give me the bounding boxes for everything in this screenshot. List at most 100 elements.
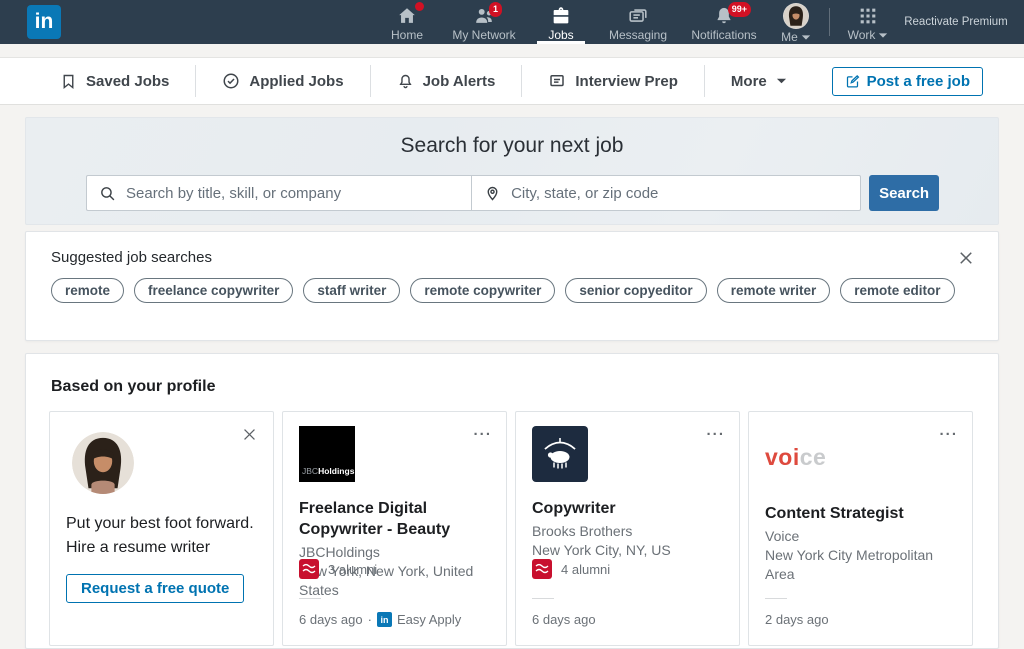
- posted-date: 6 days ago: [532, 612, 596, 627]
- chevron-down-icon: [801, 34, 811, 41]
- job-card-content-strategist[interactable]: ... voice Content Strategist Voice New Y…: [748, 411, 973, 646]
- job-location: New York City Metropolitan Area: [765, 546, 956, 584]
- job-company: Brooks Brothers: [532, 522, 723, 541]
- overflow-menu-icon[interactable]: ...: [706, 426, 725, 436]
- alumni-count: 4 alumni: [561, 562, 610, 577]
- location-search-input[interactable]: [501, 185, 860, 202]
- pencil-square-icon: [845, 74, 860, 89]
- subnav-label: More: [731, 73, 767, 90]
- based-on-profile-card: Based on your profile Put your best foot…: [25, 353, 999, 649]
- divider: [299, 598, 321, 599]
- messaging-icon: [627, 5, 649, 27]
- subnav-label: Applied Jobs: [249, 73, 343, 90]
- overflow-menu-icon[interactable]: ...: [473, 426, 492, 436]
- suggested-searches-card: Suggested job searches remote freelance …: [25, 231, 999, 341]
- job-title[interactable]: Freelance Digital Copywriter - Beauty: [299, 498, 490, 540]
- jbcholdings-logo: JBCHoldings: [299, 426, 355, 482]
- nav-divider: [829, 8, 830, 36]
- nav-me[interactable]: Me: [767, 0, 825, 44]
- section-title: Based on your profile: [51, 378, 998, 396]
- nav-jobs-label: Jobs: [548, 28, 573, 42]
- posted-date: 2 days ago: [765, 612, 829, 627]
- suggested-pills: remote freelance copywriter staff writer…: [51, 278, 998, 303]
- bookmark-icon: [60, 73, 77, 90]
- chat-square-icon: [548, 72, 566, 90]
- alumni-count: 3 alumni: [328, 562, 377, 577]
- linkedin-mini-icon: in: [377, 612, 392, 627]
- search-row: Search: [86, 175, 939, 211]
- posted-date: 6 days ago: [299, 612, 363, 627]
- voice-logo: voice: [765, 444, 956, 471]
- promo-text: Put your best foot forward. Hire a resum…: [66, 512, 257, 560]
- pill-senior-copyeditor[interactable]: senior copyeditor: [565, 278, 706, 303]
- job-search-hero: Search for your next job Search: [25, 117, 999, 225]
- my-network-badge: 1: [489, 2, 502, 17]
- job-title[interactable]: Copywriter: [532, 498, 723, 519]
- home-notification-dot: [415, 2, 424, 11]
- job-card-freelance-digital-copywriter[interactable]: ... JBCHoldings Freelance Digital Copywr…: [282, 411, 507, 646]
- overflow-menu-icon[interactable]: ...: [939, 426, 958, 436]
- subnav-label: Job Alerts: [423, 73, 496, 90]
- nav-my-network[interactable]: 1 My Network: [441, 0, 527, 44]
- alumni-row: 3 alumni: [299, 559, 377, 579]
- chevron-down-icon: [776, 77, 787, 85]
- pill-freelance-copywriter[interactable]: freelance copywriter: [134, 278, 293, 303]
- posted-row: 6 days ago · in Easy Apply: [299, 612, 461, 627]
- nav-work-label: Work: [848, 28, 889, 42]
- briefcase-icon: [550, 5, 572, 27]
- posted-row: 2 days ago: [765, 612, 829, 627]
- pill-remote[interactable]: remote: [51, 278, 124, 303]
- keyword-search-input[interactable]: [116, 185, 471, 202]
- keyword-search-field: [86, 175, 471, 211]
- search-icon: [99, 185, 116, 202]
- divider: [765, 598, 787, 599]
- pill-remote-writer[interactable]: remote writer: [717, 278, 831, 303]
- pill-remote-copywriter[interactable]: remote copywriter: [410, 278, 555, 303]
- location-search-field: [471, 175, 861, 211]
- nav-work[interactable]: Work: [834, 0, 902, 44]
- pill-remote-editor[interactable]: remote editor: [840, 278, 954, 303]
- post-free-job-label: Post a free job: [867, 73, 970, 90]
- linkedin-logo[interactable]: in: [27, 5, 61, 39]
- alumni-school-logo: [532, 559, 552, 579]
- brooks-brothers-logo: [532, 426, 588, 482]
- subnav-interview-prep[interactable]: Interview Prep: [522, 66, 704, 96]
- subnav-label: Saved Jobs: [86, 73, 169, 90]
- nav-notifications-label: Notifications: [691, 28, 756, 42]
- alumni-school-logo: [299, 559, 319, 579]
- post-free-job-button[interactable]: Post a free job: [832, 67, 983, 96]
- check-circle-icon: [222, 72, 240, 90]
- job-card-copywriter[interactable]: ... Copywriter Brooks Brothers New York …: [515, 411, 740, 646]
- job-company: Voice: [765, 527, 956, 546]
- subnav-more[interactable]: More: [705, 66, 813, 96]
- job-title[interactable]: Content Strategist: [765, 503, 956, 524]
- nav-notifications[interactable]: 99+ Notifications: [681, 0, 767, 44]
- nav-home-label: Home: [391, 28, 423, 42]
- bell-icon: [397, 73, 414, 90]
- resume-writer-promo-card[interactable]: Put your best foot forward. Hire a resum…: [49, 411, 274, 646]
- nav-jobs[interactable]: Jobs: [527, 0, 595, 44]
- subnav-applied-jobs[interactable]: Applied Jobs: [196, 66, 369, 96]
- location-pin-icon: [484, 185, 501, 202]
- hero-title: Search for your next job: [26, 134, 998, 158]
- nav-messaging[interactable]: Messaging: [595, 0, 681, 44]
- pill-staff-writer[interactable]: staff writer: [303, 278, 400, 303]
- dot-separator: ·: [368, 612, 372, 627]
- request-free-quote-button[interactable]: Request a free quote: [66, 574, 244, 603]
- chevron-down-icon: [878, 32, 888, 39]
- close-icon[interactable]: [956, 248, 976, 268]
- search-button[interactable]: Search: [869, 175, 939, 211]
- nav-messaging-label: Messaging: [609, 28, 667, 42]
- divider: [532, 598, 554, 599]
- close-icon[interactable]: [241, 426, 259, 444]
- suggested-searches-title: Suggested job searches: [51, 249, 998, 266]
- member-avatar: [72, 432, 134, 494]
- work-grid-icon: [857, 5, 879, 27]
- subnav-job-alerts[interactable]: Job Alerts: [371, 66, 522, 96]
- top-navigation: in Home 1 My Network Jobs Messaging 99+ …: [0, 0, 1024, 44]
- subnav-saved-jobs[interactable]: Saved Jobs: [34, 66, 195, 96]
- nav-home[interactable]: Home: [373, 0, 441, 44]
- top-nav-items: Home 1 My Network Jobs Messaging 99+ Not…: [373, 0, 1024, 44]
- reactivate-premium-link[interactable]: Reactivate Premium: [902, 0, 1010, 44]
- easy-apply-label: Easy Apply: [397, 612, 461, 627]
